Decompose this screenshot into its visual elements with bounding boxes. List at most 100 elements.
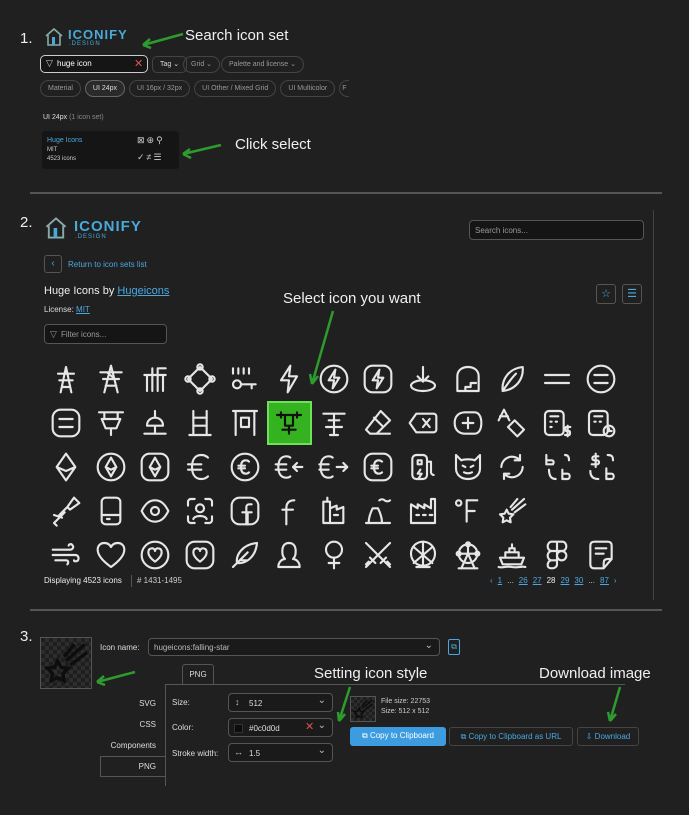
exchange-icon[interactable] (490, 445, 535, 489)
filter-more[interactable]: F (339, 80, 350, 97)
icon-set-search-input[interactable]: ▽ huge icon ✕ (40, 55, 148, 73)
calculator-dollar-icon[interactable] (535, 401, 580, 445)
clear-icon[interactable]: ✕ (134, 57, 143, 70)
equal-circle-icon[interactable] (579, 357, 624, 401)
eraser-text-icon[interactable] (490, 401, 535, 445)
ethereum-square-icon[interactable] (133, 445, 178, 489)
external-drive-icon[interactable] (89, 489, 134, 533)
equipment-weight-icon[interactable] (222, 401, 267, 445)
equal-square-icon[interactable] (44, 401, 89, 445)
filter-ui-24px[interactable]: UI 24px (84, 80, 126, 97)
calculator-clock-icon[interactable] (579, 401, 624, 445)
stroke-field[interactable]: ↔ 1.5 ⌄ (228, 743, 333, 762)
favourite-icon[interactable] (89, 533, 134, 577)
tab-png-top[interactable]: PNG (182, 664, 214, 684)
tab-components[interactable]: Components (100, 741, 156, 750)
fast-wind-icon[interactable] (44, 533, 89, 577)
facebook-square-icon[interactable] (222, 489, 267, 533)
ev-charging-icon[interactable] (401, 445, 446, 489)
favourite-square-icon[interactable] (178, 533, 223, 577)
grid-dropdown[interactable]: Grid ⌄ (183, 56, 221, 73)
flash-square-icon[interactable] (356, 357, 401, 401)
palette-dropdown[interactable]: Palette and license ⌄ (221, 56, 304, 73)
copy-name-icon[interactable]: ⧉ (448, 639, 460, 655)
prev-page-icon[interactable]: ‹ (490, 576, 493, 585)
clear-color-icon[interactable]: ✕ (305, 720, 314, 733)
color-chevron-icon[interactable]: ⌄ (318, 720, 326, 731)
factory-icon[interactable] (312, 489, 357, 533)
hub-diamond-icon[interactable] (178, 357, 223, 401)
tag-dropdown[interactable]: Tag ⌄ (152, 56, 188, 73)
euro-send-icon[interactable] (312, 445, 357, 489)
filter-icons-input[interactable]: ▽ Filter icons... (44, 324, 167, 344)
flash-icon[interactable] (267, 357, 312, 401)
equipment-gym-icon[interactable] (178, 401, 223, 445)
filter-ui-other[interactable]: UI Other / Mixed Grid (194, 80, 277, 97)
fencing-icon[interactable] (356, 533, 401, 577)
icons-search-input[interactable]: Search icons... (469, 220, 644, 240)
power-tower-2-icon[interactable] (89, 357, 134, 401)
tab-png-side[interactable]: PNG (100, 756, 166, 777)
female-symbol-icon[interactable] (312, 533, 357, 577)
eraser-icon[interactable] (356, 401, 401, 445)
copy-url-button[interactable]: ⧉ Copy to Clipboard as URL (449, 727, 573, 746)
size-chevron-icon[interactable]: ⌄ (318, 695, 326, 706)
equipment-bench-press-icon-selected[interactable] (266, 401, 312, 445)
tab-svg[interactable]: SVG (110, 699, 156, 708)
ethereum-icon[interactable] (44, 445, 89, 489)
list-add-icon[interactable]: ☰ (622, 284, 642, 304)
next-page-icon[interactable]: › (614, 576, 617, 585)
expander-icon[interactable] (44, 489, 89, 533)
euro-square-icon[interactable] (356, 445, 401, 489)
page-30[interactable]: 30 (574, 576, 583, 585)
ferris-wheel-icon[interactable] (445, 533, 490, 577)
stairs-icon[interactable] (445, 357, 490, 401)
euro-receive-icon[interactable] (267, 445, 312, 489)
add-circle-half-icon[interactable] (445, 401, 490, 445)
license-link[interactable]: MIT (76, 305, 90, 314)
page-26[interactable]: 26 (519, 576, 528, 585)
page-1[interactable]: 1 (498, 576, 502, 585)
exchange-dollar-icon[interactable] (579, 445, 624, 489)
tab-css[interactable]: CSS (110, 720, 156, 729)
color-field[interactable]: #0c0d0d ✕ ⌄ (228, 718, 333, 737)
filter-ui-16-32[interactable]: UI 16px / 32px (129, 80, 191, 97)
power-tower-icon[interactable] (44, 357, 89, 401)
face-id-icon[interactable] (178, 489, 223, 533)
chevron-down-icon[interactable]: ⌄ (425, 640, 433, 651)
filter-ui-multicolor[interactable]: UI Multicolor (280, 80, 336, 97)
star-icon[interactable]: ☆ (596, 284, 616, 304)
euro-circle-icon[interactable] (222, 445, 267, 489)
download-circle-icon[interactable] (401, 357, 446, 401)
eye-icon[interactable] (133, 489, 178, 533)
title-author-link[interactable]: Hugeicons (117, 285, 169, 297)
equal-icon[interactable] (535, 357, 580, 401)
factory-3-icon[interactable] (401, 489, 446, 533)
flash-circle-icon[interactable] (312, 357, 357, 401)
page-29[interactable]: 29 (561, 576, 570, 585)
filter-material[interactable]: Material (40, 80, 81, 97)
copy-to-clipboard-button[interactable]: ⧉ Copy to Clipboard (350, 727, 446, 746)
icon-set-card[interactable]: Huge Icons MIT 4523 icons ⊠⊕⚲ ✓≠☰ (42, 131, 179, 169)
favourite-circle-icon[interactable] (133, 533, 178, 577)
fahrenheit-icon[interactable] (445, 489, 490, 533)
feather-icon[interactable] (222, 533, 267, 577)
back-link[interactable]: Return to icon sets list (68, 260, 147, 269)
size-field[interactable]: ↕ 512 ⌄ (228, 693, 333, 712)
page-87[interactable]: 87 (600, 576, 609, 585)
equipment-chest-icon[interactable] (133, 401, 178, 445)
facebook-icon[interactable] (267, 489, 312, 533)
exchange-bitcoin-icon[interactable] (535, 445, 580, 489)
female-user-icon[interactable] (267, 533, 312, 577)
leaf-icon[interactable] (490, 357, 535, 401)
falling-star-icon[interactable] (490, 489, 535, 533)
erase-icon[interactable] (401, 401, 446, 445)
page-27[interactable]: 27 (533, 576, 542, 585)
equipment-barbell-icon[interactable] (312, 401, 357, 445)
figma-icon[interactable] (535, 533, 580, 577)
equipment-bench-icon[interactable] (89, 401, 134, 445)
binary-key-icon[interactable] (222, 357, 267, 401)
evil-icon[interactable] (445, 445, 490, 489)
back-button[interactable]: ‹ (44, 255, 62, 273)
ethereum-circle-icon[interactable] (89, 445, 134, 489)
